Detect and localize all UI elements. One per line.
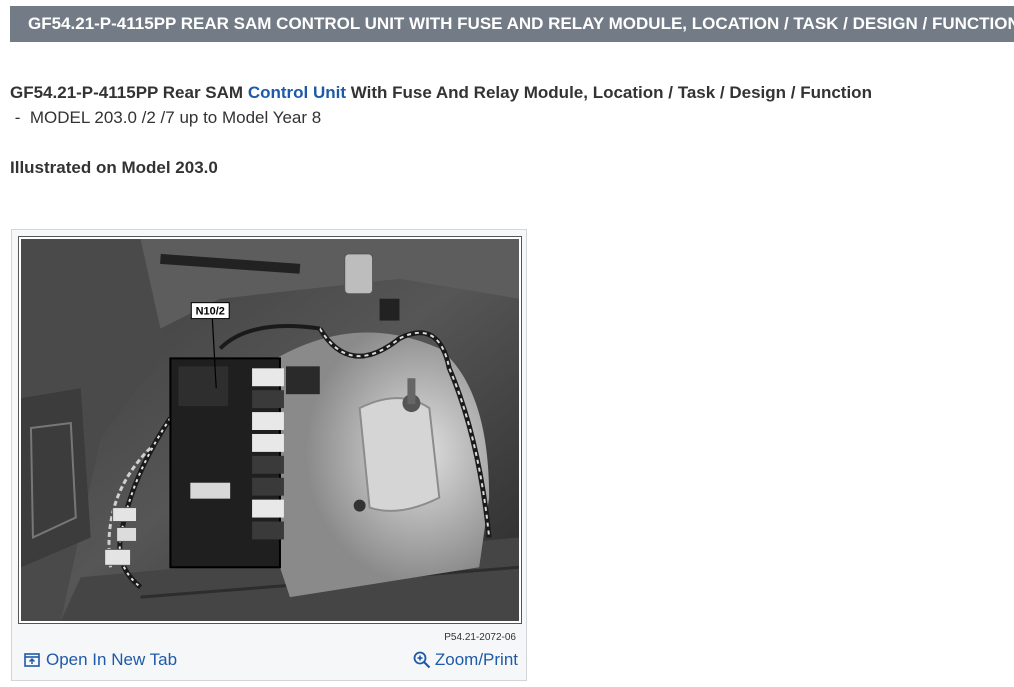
heading-prefix: GF54.21-P-4115PP Rear SAM [10, 83, 248, 102]
control-unit-link[interactable]: Control Unit [248, 83, 346, 102]
callout-n10-2: N10/2 [196, 306, 225, 318]
figure-code: P54.21-2072-06 [444, 632, 516, 643]
figure-actions: Open In New Tab Zoom/Print [12, 648, 526, 678]
document-heading: GF54.21-P-4115PP Rear SAM Control Unit W… [10, 83, 872, 103]
page-title-bar: GF54.21-P-4115PP REAR SAM CONTROL UNIT W… [10, 6, 1014, 42]
zoom-print-label: Zoom/Print [434, 650, 518, 669]
page-title: GF54.21-P-4115PP REAR SAM CONTROL UNIT W… [28, 14, 1014, 33]
heading-suffix: With Fuse And Relay Module, Location / T… [346, 83, 872, 102]
figure-container: N10/2 P54.21-2072-06 Open In New Tab Zoo… [11, 229, 527, 681]
open-new-tab-icon [24, 653, 40, 667]
open-in-new-tab-link[interactable]: Open In New Tab [24, 650, 177, 670]
figure-image-frame[interactable]: N10/2 [18, 236, 522, 624]
open-in-new-tab-label: Open In New Tab [46, 650, 178, 669]
model-applicability: - MODEL 203.0 /2 /7 up to Model Year 8 [10, 108, 322, 127]
rear-sam-photo: N10/2 [21, 239, 519, 621]
illustrated-on-label: Illustrated on Model 203.0 [10, 158, 218, 177]
zoom-print-link[interactable]: Zoom/Print [413, 650, 518, 670]
zoom-in-icon [413, 651, 431, 669]
